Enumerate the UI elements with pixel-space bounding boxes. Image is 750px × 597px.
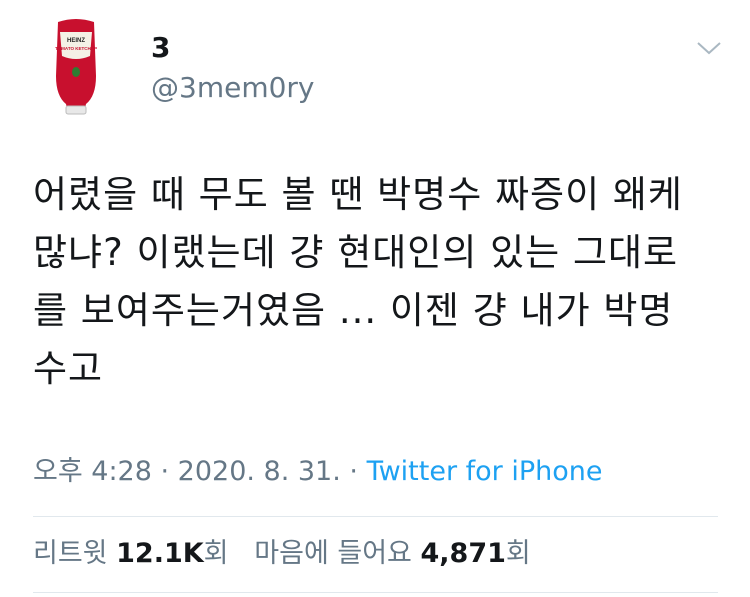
ketchup-bottle-icon: HEINZ TOMATO KETCHUP <box>55 19 97 115</box>
meta-separator: · <box>151 456 178 487</box>
retweets-stat[interactable]: 리트윗 12.1K회 <box>33 538 229 569</box>
tweet-stats: 리트윗 12.1K회 마음에 들어요 4,871회 <box>33 534 531 574</box>
avatar[interactable]: HEINZ TOMATO KETCHUP <box>36 16 116 116</box>
meta-separator: · <box>340 456 367 487</box>
divider <box>33 516 718 517</box>
tweet-source-link[interactable]: Twitter for iPhone <box>367 456 603 487</box>
likes-count: 4,871 <box>420 538 506 569</box>
tweet-time[interactable]: 오후 4:28 <box>33 456 152 487</box>
likes-stat[interactable]: 마음에 들어요 4,871회 <box>254 538 530 569</box>
retweets-count: 12.1K <box>116 538 204 569</box>
display-name[interactable]: 3 <box>151 30 170 66</box>
user-handle[interactable]: @3mem0ry <box>151 70 315 106</box>
tweet-line: 를 보여주는거였음 ... 이젠 걍 내가 박명 <box>33 289 674 332</box>
retweets-label: 리트윗 <box>33 538 108 569</box>
chevron-down-icon[interactable] <box>694 38 724 58</box>
tweet-line: 많냐? 이랬는데 걍 현대인의 있는 그대로 <box>33 231 679 274</box>
retweets-suffix: 회 <box>203 538 229 569</box>
likes-label: 마음에 들어요 <box>254 538 412 569</box>
tweet-meta: 오후 4:28 · 2020. 8. 31. · Twitter for iPh… <box>33 452 603 492</box>
tweet-line: 수고 <box>33 347 104 390</box>
tweet-line: 어렸을 때 무도 볼 땐 박명수 짜증이 왜케 <box>33 173 683 216</box>
avatar-label-bottom: TOMATO KETCHUP <box>55 46 97 51</box>
divider <box>33 592 718 593</box>
tweet-date[interactable]: 2020. 8. 31. <box>178 456 341 487</box>
avatar-label-top: HEINZ <box>67 38 85 44</box>
likes-suffix: 회 <box>505 538 531 569</box>
tweet-text: 어렸을 때 무도 볼 땐 박명수 짜증이 왜케 많냐? 이랬는데 걍 현대인의 … <box>33 166 723 398</box>
